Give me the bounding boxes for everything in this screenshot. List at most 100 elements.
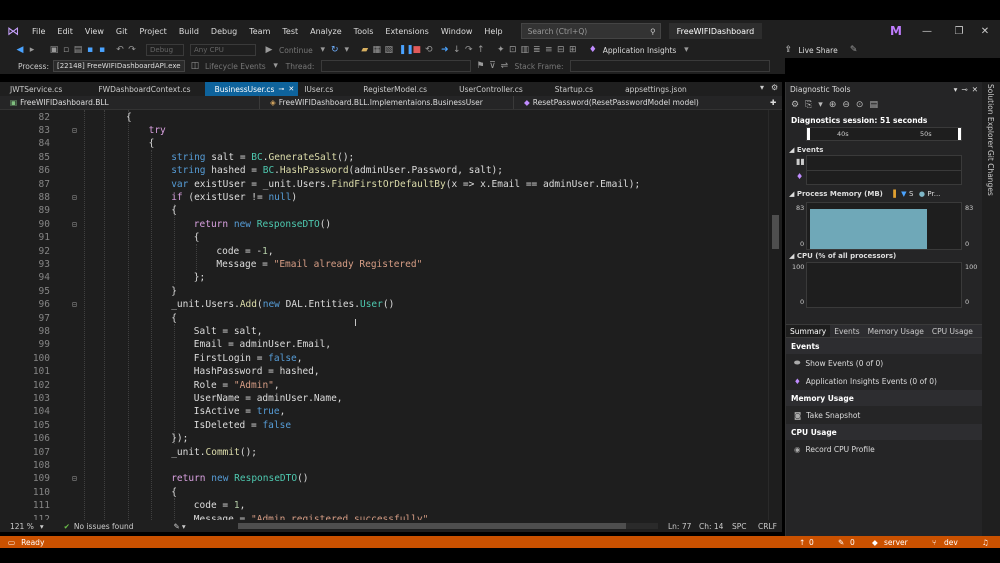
menu-help[interactable]: Help [478,27,508,36]
save-all-icon[interactable]: ▪ [96,45,108,55]
hot-reload-icon[interactable]: ↻ [329,45,341,55]
minimize-icon[interactable]: — [912,23,942,39]
publish-arrow-icon[interactable]: ↑ [799,538,805,547]
code-line[interactable]: 99 Email = adminUser.Email, [0,338,768,351]
collapse-region-icon[interactable]: ⊟ [72,191,77,204]
code-line[interactable]: 86 string hashed = BC.HashPassword(adminU… [0,164,768,177]
thread-dropdown[interactable] [321,60,472,72]
changes-count[interactable]: 0 [850,538,855,547]
code-line[interactable]: 109 ⊟ return new ResponseDTO() [0,472,768,485]
editor-horizontal-scrollbar[interactable] [238,523,658,529]
collapse-region-icon[interactable]: ⊟ [72,124,77,137]
code-line[interactable]: 104 IsActive = true, [0,405,768,418]
repository-icon[interactable]: ◆ [872,538,878,547]
code-line[interactable]: 88 ⊟ if (existUser != null) [0,191,768,204]
tab-registermodel[interactable]: RegisterModel.cs [347,82,441,96]
outline-icon[interactable]: ⊟ [555,45,567,55]
lifecycle-events-dropdown[interactable]: Lifecycle Events [205,62,266,71]
filter-icon[interactable]: ⊽ [486,61,498,71]
close-panel-icon[interactable]: ✕ [972,85,978,94]
range-handle-left[interactable] [807,128,810,140]
split-icon[interactable]: ✚ [770,98,776,107]
project-dropdown[interactable]: ▣ FreeWIFIDashboard.BLL [0,96,260,109]
process-memory-chart[interactable] [806,202,962,250]
code-line[interactable]: 101 HashPassword = hashed, [0,365,768,378]
flag-icon[interactable]: ⚑ [474,61,486,71]
code-line[interactable]: 93 Message = "Email already Registered" [0,258,768,271]
pin-panel-icon[interactable]: ⊸ [961,85,967,94]
continue-button[interactable]: Continue [279,46,313,55]
toolbox-icon[interactable]: ▧ [383,45,395,55]
pencil-icon[interactable]: ✎ [838,538,844,547]
unpushed-count[interactable]: 0 [809,538,814,547]
close-tab-icon[interactable]: ✕ [288,85,294,93]
code-line[interactable]: 90 ⊟ return new ResponseDTO() [0,218,768,231]
code-line[interactable]: 105 IsDeleted = false [0,419,768,432]
stop-icon[interactable]: ■ [411,45,423,55]
tab-cpu-usage[interactable]: CPU Usage [928,325,977,337]
report-icon[interactable]: ▤ [869,100,878,110]
save-icon[interactable]: ▪ [84,45,96,55]
repository-name[interactable]: server [884,538,908,547]
scrollbar-thumb[interactable] [772,215,779,249]
nav-icon[interactable]: ⊞ [567,45,579,55]
restart-icon[interactable]: ⟲ [423,45,435,55]
tab-memory-usage[interactable]: Memory Usage [864,325,928,337]
avatar[interactable]: M [888,23,904,39]
menu-window[interactable]: Window [435,27,479,36]
code-line[interactable]: 83 ⊟ try [0,124,768,137]
folder-icon[interactable]: ▰ [359,45,371,55]
new-project-icon[interactable]: ▣ [48,45,60,55]
undo-icon[interactable]: ↶ [114,45,126,55]
menu-edit[interactable]: Edit [51,27,79,36]
cleanup-icon[interactable]: ✎ [174,522,180,531]
live-share-button[interactable]: Live Share [798,46,837,55]
code-line[interactable]: 102 Role = "Admin", [0,379,768,392]
tab-iuser[interactable]: IUser.cs [298,82,347,96]
back-icon[interactable]: ◀ [14,45,26,55]
tab-events[interactable]: Events [830,325,863,337]
app-insights-dropdown-icon[interactable]: ▾ [680,45,692,55]
code-line[interactable]: 92 code = -1, [0,245,768,258]
menu-test[interactable]: Test [276,27,304,36]
platform-dropdown[interactable]: Any CPU [190,44,256,56]
code-line[interactable]: 106}); [0,432,768,445]
open-icon[interactable]: ▤ [72,45,84,55]
code-line[interactable]: 107 _unit.Commit(); [0,446,768,459]
code-line[interactable]: 95} [0,285,768,298]
show-next-statement-icon[interactable]: ➜ [439,45,451,55]
branch-icon[interactable]: ⑂ [932,538,937,547]
menu-extensions[interactable]: Extensions [379,27,434,36]
menu-file[interactable]: File [26,27,51,36]
scrollbar-thumb[interactable] [238,523,626,529]
solution-explorer-tab[interactable]: Solution Explorer [986,84,995,148]
code-line[interactable]: 91 { [0,231,768,244]
comment-icon[interactable]: ≣ [531,45,543,55]
cpu-chart[interactable] [806,262,962,308]
app-insights-button[interactable]: Application Insights [603,46,677,55]
forward-icon[interactable]: ▸ [26,45,38,55]
code-line[interactable]: 98 Salt = salt, [0,325,768,338]
timeline-ruler[interactable]: 40s 50s [806,127,962,141]
code-line[interactable]: 100 FirstLogin = false, [0,352,768,365]
code-editor[interactable]: I 82{83 ⊟ try 84{85 string salt = BC.Generat… [0,110,768,520]
tab-usercontroller[interactable]: UserController.cs [441,82,537,96]
step-over-icon[interactable]: ↷ [463,45,475,55]
code-line[interactable]: 94}; [0,271,768,284]
editor-vertical-scrollbar[interactable] [768,110,782,520]
zoom-out-icon[interactable]: ⊖ [842,100,850,110]
tab-startup[interactable]: Startup.cs [537,82,607,96]
hot-reload-dropdown-icon[interactable]: ▾ [341,45,353,55]
configuration-dropdown[interactable]: Debug [146,44,184,56]
record-cpu-profile-button[interactable]: ◉ Record CPU Profile [786,440,983,458]
tab-overflow-icon[interactable]: ▾ [760,83,764,92]
uncomment-icon[interactable]: ≡ [543,45,555,55]
step-into-icon[interactable]: ↓ [451,45,463,55]
code-line[interactable]: 110 { [0,486,768,499]
stack-frame-dropdown[interactable] [570,60,771,72]
code-line[interactable]: 112 Message = "Admin registered successfu… [0,513,768,521]
zoom-in-icon[interactable]: ⊕ [829,100,837,110]
git-changes-tab[interactable]: Git Changes [986,150,995,196]
events-track[interactable] [806,155,962,185]
select-tools-icon[interactable]: ▾ [818,100,823,110]
